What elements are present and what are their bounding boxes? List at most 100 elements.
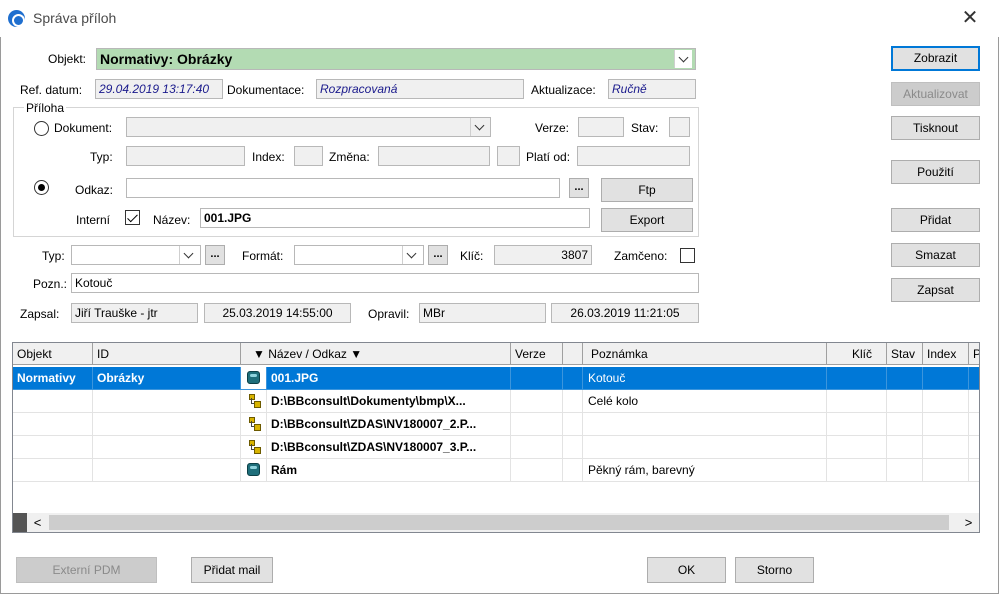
cell-klic [827,459,887,482]
priloha-group-label: Příloha [24,101,67,115]
dokument-chevron-down-icon[interactable] [470,118,488,136]
typ2-chevron-down-icon[interactable] [179,246,197,264]
col-index[interactable]: Index [923,343,969,365]
cell-nazev: D:\BBconsult\ZDAS\NV180007_3.P... [267,436,511,459]
col-poznamka[interactable]: Poznámka [583,343,827,365]
verze-label: Verze: [535,121,570,135]
scroll-right-icon[interactable]: > [960,513,977,532]
objekt-chevron-down-icon[interactable] [674,50,692,68]
cell-poznamka [583,436,827,459]
col-id[interactable]: ID [93,343,241,365]
cell-klic [827,390,887,413]
scroll-thumb[interactable] [49,515,949,530]
dokumentace-field: Rozpracovaná [316,79,524,99]
zmena-field [378,146,490,166]
tree-link-icon [248,440,261,454]
pouziti-button[interactable]: Použití [891,160,980,184]
grid-header: Objekt ID ▼ Název / Odkaz ▼ Verze Poznám… [13,343,979,365]
cell-verze [511,413,563,436]
zobrazit-button[interactable]: Zobrazit [891,46,980,71]
cell-verze [511,390,563,413]
cell-blank [563,413,583,436]
cell-blank [563,436,583,459]
opravil-date-field: 26.03.2019 11:21:05 [551,303,699,323]
zamceno-checkbox[interactable] [680,248,695,263]
app-logo-icon [8,10,25,27]
cell-index [923,459,969,482]
cell-stav [887,367,923,390]
database-icon [247,371,260,384]
attachments-grid[interactable]: Objekt ID ▼ Název / Odkaz ▼ Verze Poznám… [12,342,980,533]
tree-link-icon [248,417,261,431]
table-row[interactable]: Normativy Obrázky 001.JPG Kotouč [13,367,979,390]
close-icon[interactable]: ✕ [958,6,982,30]
scroll-left-icon[interactable]: < [29,513,46,532]
cell-stav [887,459,923,482]
odkaz-browse-button[interactable]: ... [569,178,589,198]
col-nazev[interactable]: ▼ Název / Odkaz ▼ [241,343,511,365]
cell-klic [827,413,887,436]
dokument-combo[interactable] [126,117,491,137]
aktualizace-label: Aktualizace: [531,83,596,97]
horizontal-scrollbar[interactable]: < > [13,513,979,532]
plati-od-label: Platí od: [526,150,571,164]
index-label: Index: [252,150,285,164]
externi-pdm-button[interactable]: Externí PDM [16,557,157,583]
export-button[interactable]: Export [601,208,693,232]
ok-button[interactable]: OK [647,557,726,583]
interni-checkbox[interactable] [125,210,140,225]
col-p[interactable]: P [969,343,979,365]
ref-datum-label: Ref. datum: [20,83,83,97]
aktualizovat-button[interactable]: Aktualizovat [891,82,980,106]
zmena-label: Změna: [329,150,370,164]
cell-stav [887,413,923,436]
col-klic[interactable]: Klíč [827,343,887,365]
cell-nazev: 001.JPG [267,367,511,390]
col-verze[interactable]: Verze [511,343,563,365]
table-row[interactable]: D:\BBconsult\ZDAS\NV180007_3.P... [13,436,979,459]
odkaz-label: Odkaz: [75,183,114,197]
col-blank[interactable] [563,343,583,365]
cell-blank [563,390,583,413]
col-objekt[interactable]: Objekt [13,343,93,365]
typ-field [126,146,245,166]
cell-blank [563,459,583,482]
col-stav[interactable]: Stav [887,343,923,365]
table-row[interactable]: Rám Pěkný rám, barevný [13,459,979,482]
cell-objekt [13,390,93,413]
ftp-button[interactable]: Ftp [601,178,693,202]
table-row[interactable]: D:\BBconsult\ZDAS\NV180007_2.P... [13,413,979,436]
typ2-browse-button[interactable]: ... [205,245,225,265]
zapsat-button[interactable]: Zapsat [891,278,980,302]
cell-nazev: Rám [267,459,511,482]
verze-field [578,117,624,137]
nazev-input[interactable]: 001.JPG [200,208,590,228]
storno-button[interactable]: Storno [735,557,814,583]
cell-poznamka: Celé kolo [583,390,827,413]
cell-objekt [13,413,93,436]
nazev-label: Název: [153,213,191,227]
table-row[interactable]: D:\BBconsult\Dokumenty\bmp\X... Celé kol… [13,390,979,413]
title-bar: Správa příloh ✕ [0,0,999,37]
cell-objekt: Normativy [13,367,93,390]
cell-verze [511,459,563,482]
smazat-button[interactable]: Smazat [891,243,980,267]
cell-nazev: D:\BBconsult\Dokumenty\bmp\X... [267,390,511,413]
tisknout-button[interactable]: Tisknout [891,116,980,140]
pridat-mail-button[interactable]: Přidat mail [191,557,273,583]
objekt-combo[interactable]: Normativy: Obrázky [96,48,696,70]
cell-verze [511,436,563,459]
pridat-button[interactable]: Přidat [891,208,980,232]
odkaz-radio[interactable] [34,180,49,195]
cell-stav [887,436,923,459]
pozn-input[interactable]: Kotouč [71,273,699,293]
cell-index [923,436,969,459]
format-chevron-down-icon[interactable] [402,246,420,264]
cell-icon [241,367,267,390]
odkaz-input[interactable] [126,178,560,198]
aktualizace-field: Ručně [608,79,696,99]
dokumentace-label: Dokumentace: [227,83,305,97]
cell-icon [241,390,267,413]
dokument-radio[interactable] [34,121,49,136]
format-browse-button[interactable]: ... [428,245,448,265]
